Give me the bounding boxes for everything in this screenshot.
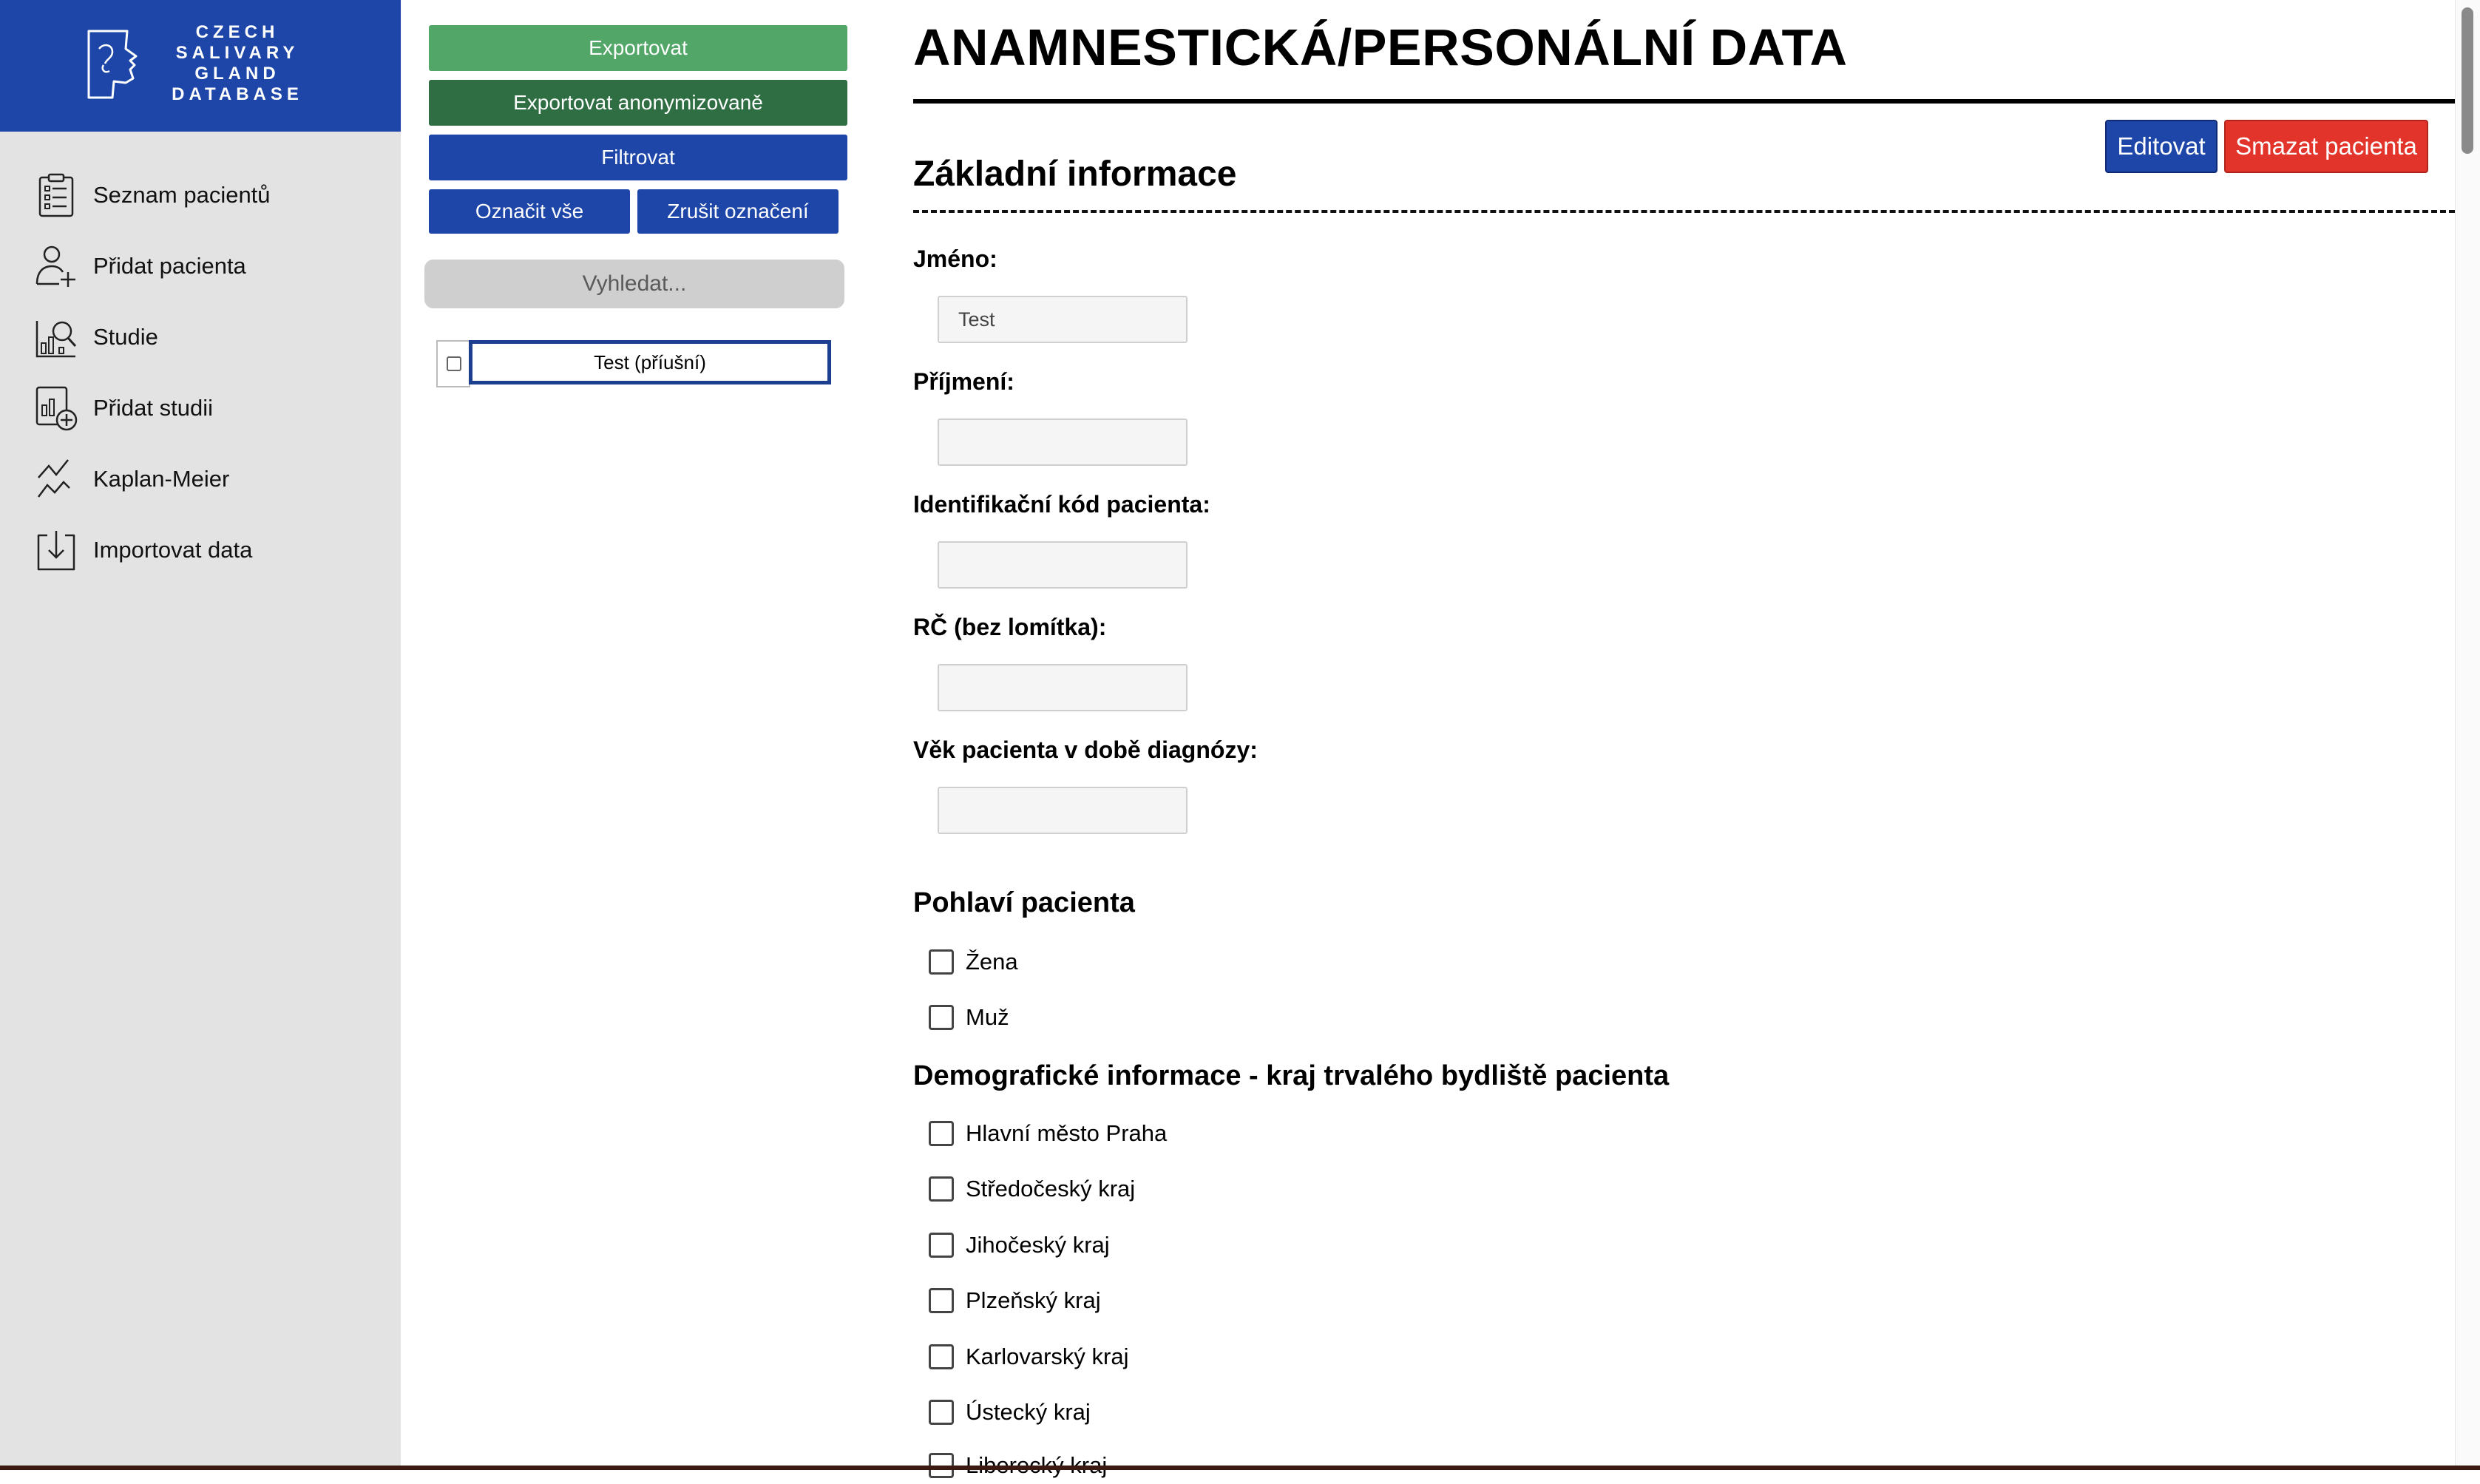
patient-id-field[interactable] [938, 541, 1188, 589]
face-profile-icon [87, 30, 138, 99]
option-label: Středočeský kraj [966, 1176, 1136, 1202]
export-anonymized-button[interactable]: Exportovat anonymizovaně [429, 80, 847, 126]
checkbox[interactable] [929, 1288, 954, 1313]
option-label: Žena [966, 949, 1018, 975]
deselect-button[interactable]: Zrušit označení [637, 189, 838, 234]
sidebar-item-label: Přidat studii [93, 395, 213, 421]
sidebar-nav: Seznam pacientů Přidat pacienta Studie P… [0, 160, 401, 586]
sex-option-male[interactable]: Muž [929, 999, 1009, 1036]
checkbox[interactable] [929, 1400, 954, 1425]
search-input[interactable] [424, 260, 844, 308]
delete-patient-button[interactable]: Smazat pacienta [2224, 120, 2428, 173]
sidebar-item-import-data[interactable]: Importovat data [0, 515, 401, 586]
sidebar-item-label: Importovat data [93, 537, 253, 563]
list-item: Test (příušní) [436, 340, 836, 387]
patient-detail: ANAMNESTICKÁ/PERSONÁLNÍ DATA Editovat Sm… [852, 0, 2455, 1478]
region-option-praha[interactable]: Hlavní město Praha [929, 1115, 1167, 1152]
patient-name-button[interactable]: Test (příušní) [469, 340, 831, 384]
option-label: Karlovarský kraj [966, 1344, 1129, 1369]
region-group-title: Demografické informace - kraj trvalého b… [913, 1060, 1670, 1091]
region-option-ustecky[interactable]: Ústecký kraj [929, 1394, 1091, 1431]
window-edge [0, 1466, 2480, 1470]
checkbox[interactable] [929, 1176, 954, 1202]
sidebar-item-add-study[interactable]: Přidat studii [0, 373, 401, 444]
add-study-icon [35, 386, 78, 431]
option-label: Hlavní město Praha [966, 1120, 1168, 1146]
option-label: Muž [966, 1004, 1009, 1030]
sidebar-item-kaplan-meier[interactable]: Kaplan-Meier [0, 444, 401, 515]
age-at-diagnosis-field[interactable] [938, 787, 1188, 834]
age-at-diagnosis-label: Věk pacienta v době diagnózy: [913, 736, 1258, 763]
select-all-button[interactable]: Označit vše [429, 189, 630, 234]
first-name-field[interactable] [938, 296, 1188, 343]
survival-curve-icon [38, 459, 70, 498]
region-option-karlovarsky[interactable]: Karlovarský kraj [929, 1338, 1129, 1375]
option-label: Plzeňský kraj [966, 1287, 1101, 1313]
sidebar-item-studies[interactable]: Studie [0, 302, 401, 373]
section-divider [913, 210, 2455, 213]
sidebar-item-label: Kaplan-Meier [93, 466, 230, 492]
checkbox[interactable] [929, 1005, 954, 1030]
edit-button[interactable]: Editovat [2105, 120, 2218, 173]
sidebar: CZECH SALIVARY GLAND DATABASE Seznam pac… [0, 0, 401, 1470]
filter-button[interactable]: Filtrovat [429, 135, 847, 180]
patient-checkbox-cell [436, 340, 470, 387]
patient-list-panel: Exportovat Exportovat anonymizovaně Filt… [401, 0, 852, 1470]
region-option-jihocesky[interactable]: Jihočeský kraj [929, 1227, 1110, 1264]
clipboard-list-icon [38, 173, 74, 217]
import-icon [37, 531, 75, 571]
option-label: Jihočeský kraj [966, 1232, 1110, 1258]
add-user-icon [35, 245, 75, 287]
birth-number-label: RČ (bez lomítka): [913, 614, 1107, 640]
sex-group-title: Pohlaví pacienta [913, 887, 1135, 918]
sidebar-item-label: Seznam pacientů [93, 182, 271, 208]
sidebar-item-label: Přidat pacienta [93, 253, 246, 279]
option-label: Ústecký kraj [966, 1399, 1091, 1425]
sidebar-item-label: Studie [93, 324, 158, 350]
first-name-label: Jméno: [913, 245, 997, 272]
brand-logo[interactable]: CZECH SALIVARY GLAND DATABASE [0, 0, 401, 132]
export-button[interactable]: Exportovat [429, 25, 847, 71]
checkbox[interactable] [929, 1121, 954, 1146]
checkbox[interactable] [929, 949, 954, 975]
sidebar-item-patient-list[interactable]: Seznam pacientů [0, 160, 401, 231]
sidebar-item-add-patient[interactable]: Přidat pacienta [0, 231, 401, 302]
scroll-thumb[interactable] [2462, 7, 2473, 154]
birth-number-field[interactable] [938, 664, 1188, 711]
study-search-icon [35, 321, 77, 358]
checkbox[interactable] [929, 1344, 954, 1369]
section-title: Základní informace [913, 155, 1237, 194]
patient-checkbox[interactable] [447, 356, 461, 371]
title-divider [913, 99, 2455, 104]
checkbox[interactable] [929, 1233, 954, 1258]
last-name-label: Příjmení: [913, 368, 1014, 395]
last-name-field[interactable] [938, 419, 1188, 466]
patient-id-label: Identifikační kód pacienta: [913, 491, 1210, 518]
region-option-stredocesky[interactable]: Středočeský kraj [929, 1170, 1135, 1207]
brand-name: CZECH SALIVARY GLAND DATABASE [172, 22, 303, 104]
page-title: ANAMNESTICKÁ/PERSONÁLNÍ DATA [913, 18, 1848, 76]
region-option-plzensky[interactable]: Plzeňský kraj [929, 1282, 1101, 1319]
scrollbar[interactable] [2455, 0, 2480, 1470]
sex-option-female[interactable]: Žena [929, 943, 1018, 980]
